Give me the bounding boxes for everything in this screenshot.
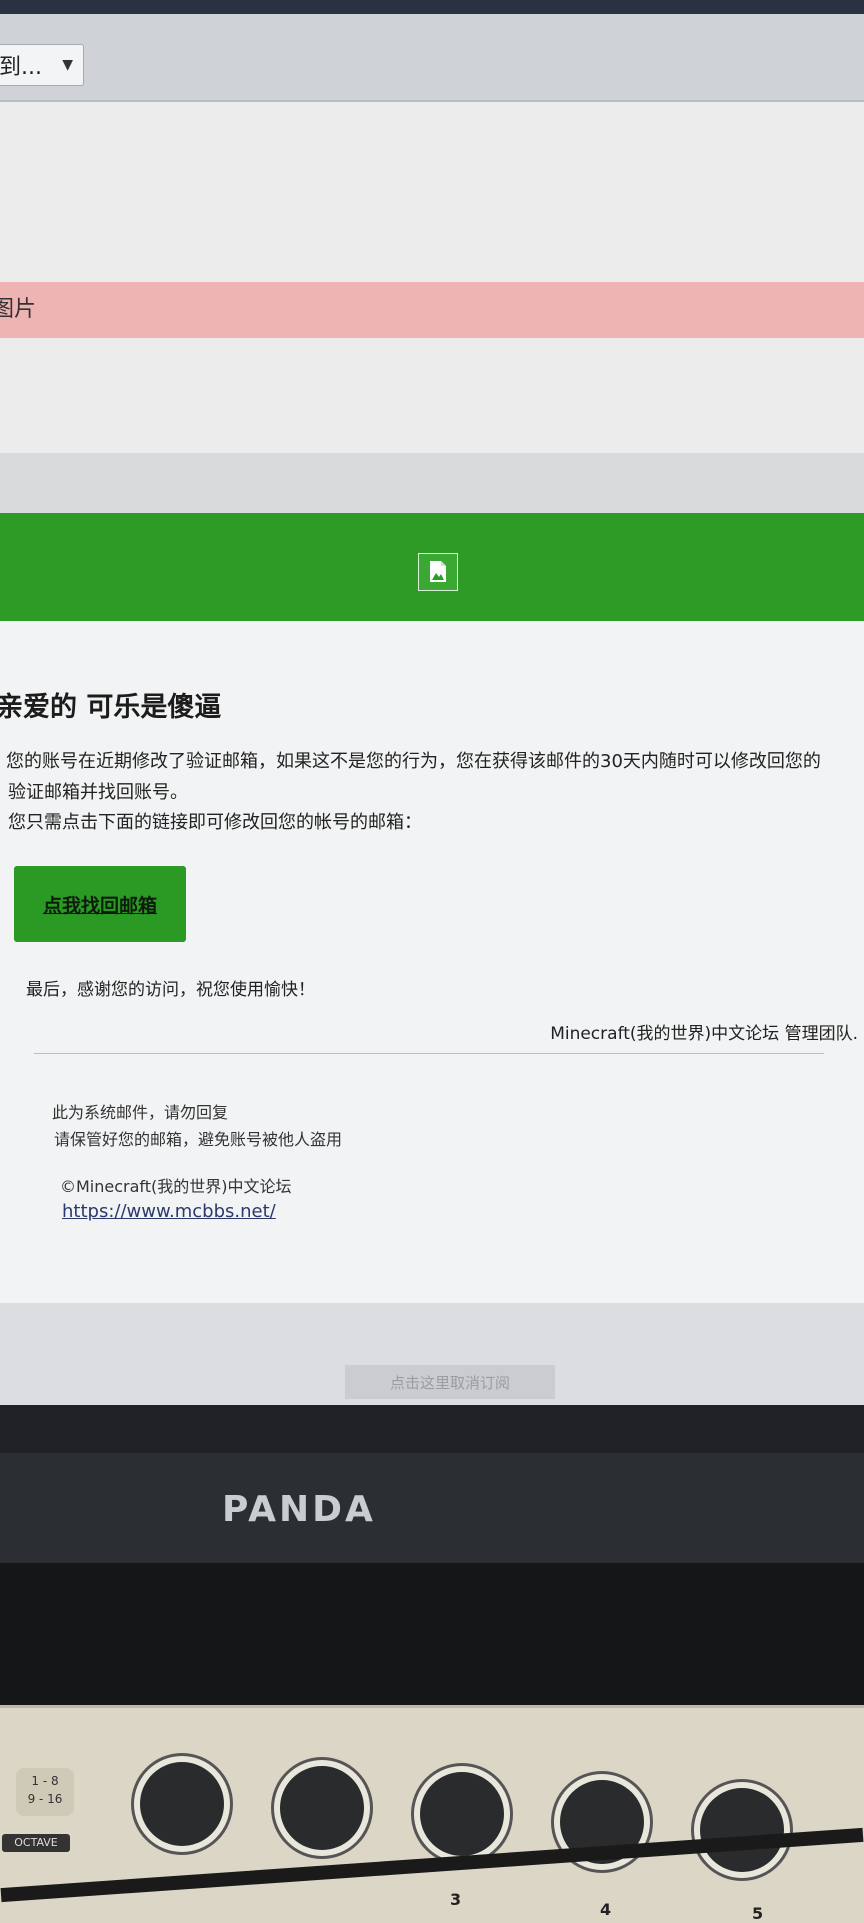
chevron-down-icon: ▼ bbox=[62, 57, 73, 73]
recover-email-button[interactable]: 点我找回邮箱 bbox=[14, 866, 186, 942]
image-blocked-alert[interactable]: 图片 bbox=[0, 282, 864, 338]
knob-number-4: 4 bbox=[600, 1900, 612, 1919]
unsubscribe-button[interactable]: 点击这里取消订阅 bbox=[345, 1365, 555, 1399]
signature-text: Minecraft(我的世界)中文论坛 管理团队. bbox=[550, 1024, 858, 1044]
window-top-strip bbox=[0, 0, 864, 14]
footer-security-note: 请保管好您的邮箱，避免账号被他人盗用 bbox=[54, 1130, 343, 1149]
mail-separator bbox=[0, 453, 864, 513]
midi-controller: 1 - 8 9 - 16 OCTAVE 3 4 5 bbox=[0, 1705, 864, 1923]
range-tag-line-2: 9 - 16 bbox=[27, 1792, 63, 1806]
range-tag-line-1: 1 - 8 bbox=[31, 1774, 59, 1788]
knob-3 bbox=[414, 1766, 510, 1862]
alert-text: 图片 bbox=[0, 297, 37, 322]
monitor-screen: 到... ▼ 图片 亲爱的 可乐是傻逼 您的账号在近期修改了验证邮箱，如果这不是… bbox=[0, 0, 864, 1405]
monitor-bezel: PANDA bbox=[0, 1405, 864, 1705]
mail-toolbar: 到... ▼ bbox=[0, 14, 864, 102]
footer-divider bbox=[34, 1053, 824, 1054]
knob-1 bbox=[134, 1756, 230, 1852]
notice-line-2: 验证邮箱并找回账号。 bbox=[8, 782, 188, 803]
email-body: 亲爱的 可乐是傻逼 您的账号在近期修改了验证邮箱，如果这不是您的行为，您在获得该… bbox=[0, 513, 864, 1303]
octave-label: OCTAVE bbox=[2, 1834, 70, 1852]
move-to-dropdown[interactable]: 到... ▼ bbox=[0, 44, 84, 86]
email-bottom-area: 点击这里取消订阅 bbox=[0, 1303, 864, 1405]
knob-2 bbox=[274, 1760, 370, 1856]
knob-number-3: 3 bbox=[450, 1890, 462, 1909]
range-tag: 1 - 8 9 - 16 bbox=[16, 1768, 74, 1816]
knob-number-5: 5 bbox=[752, 1904, 764, 1923]
email-header bbox=[0, 513, 864, 621]
knob-5 bbox=[694, 1782, 790, 1878]
greeting-heading: 亲爱的 可乐是傻逼 bbox=[0, 692, 222, 723]
site-link[interactable]: https://www.mcbbs.net/ bbox=[62, 1201, 276, 1222]
broken-image-icon bbox=[418, 553, 458, 591]
mail-info-area bbox=[0, 102, 864, 282]
footer-no-reply: 此为系统邮件，请勿回复 bbox=[52, 1103, 229, 1122]
email-card: 亲爱的 可乐是傻逼 您的账号在近期修改了验证邮箱，如果这不是您的行为，您在获得该… bbox=[0, 621, 864, 1303]
copyright-text: ©Minecraft(我的世界)中文论坛 bbox=[60, 1177, 292, 1196]
notice-line-3: 您只需点击下面的链接即可修改回您的帐号的邮箱： bbox=[8, 812, 422, 833]
monitor-brand-logo: PANDA bbox=[222, 1489, 376, 1530]
mail-meta-area bbox=[0, 338, 864, 453]
notice-line-1: 您的账号在近期修改了验证邮箱，如果这不是您的行为，您在获得该邮件的30天内随时可… bbox=[6, 751, 821, 772]
dropdown-label: 到... bbox=[0, 55, 42, 80]
desk-shadow bbox=[0, 1563, 864, 1705]
bezel-band bbox=[0, 1453, 864, 1563]
thanks-text: 最后，感谢您的访问，祝您使用愉快！ bbox=[26, 980, 315, 1000]
